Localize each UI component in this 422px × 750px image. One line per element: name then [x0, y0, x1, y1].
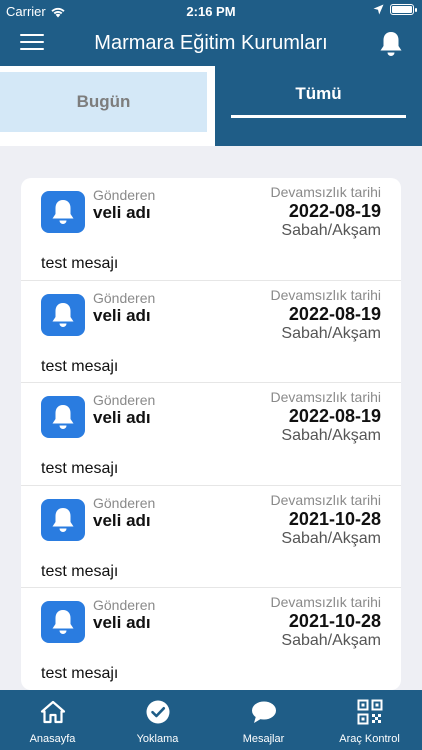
- nav-item-home[interactable]: Anasayfa: [0, 690, 105, 750]
- absence-date-label: Devamsızlık tarihi: [270, 389, 381, 405]
- nav-label-vehicle-check: Araç Kontrol: [339, 733, 400, 745]
- bottom-navigation: Anasayfa Yoklama Mesajlar Araç Kontrol: [0, 690, 422, 750]
- sender-label: Gönderen: [93, 289, 156, 306]
- tab-all-label: Tümü: [295, 84, 342, 103]
- absence-date-label: Devamsızlık tarihi: [270, 184, 381, 200]
- bell-icon: [41, 293, 85, 336]
- message-text: test mesajı: [41, 460, 119, 477]
- absence-date: 2021-10-28: [288, 508, 381, 529]
- message-item[interactable]: Gönderen veli adı Devamsızlık tarihi 202…: [21, 383, 401, 486]
- nav-item-vehicle-check[interactable]: Araç Kontrol: [317, 690, 422, 750]
- absence-date: 2022-08-19: [288, 303, 381, 324]
- absence-shift: Sabah/Akşam: [281, 632, 381, 649]
- absence-date: 2022-08-19: [288, 201, 381, 221]
- hamburger-menu-icon[interactable]: [20, 34, 44, 54]
- page-title: Marmara Eğitim Kurumları: [94, 32, 328, 54]
- bell-icon: [41, 191, 85, 233]
- message-item[interactable]: Gönderen veli adı Devamsızlık tarihi 202…: [21, 178, 401, 281]
- message-text: test mesajı: [41, 255, 119, 272]
- message-item[interactable]: Gönderen veli adı Devamsızlık tarihi 202…: [21, 281, 401, 383]
- sender-name: veli adı: [93, 510, 151, 530]
- nav-item-messages[interactable]: Mesajlar: [211, 690, 316, 750]
- message-list[interactable]: Gönderen veli adı Devamsızlık tarihi 202…: [21, 178, 401, 690]
- sender-name: veli adı: [93, 203, 151, 222]
- notification-bell-icon[interactable]: [378, 30, 404, 58]
- nav-label-messages: Mesajlar: [242, 733, 285, 745]
- sender-name: veli adı: [93, 305, 151, 325]
- bell-icon: [41, 396, 85, 438]
- sender-label: Gönderen: [93, 494, 156, 511]
- nav-label-home: Anasayfa: [29, 733, 76, 745]
- nav-label-attendance: Yoklama: [136, 733, 179, 745]
- tab-bar: Bugün Tümü: [0, 66, 422, 146]
- sender-label: Gönderen: [93, 187, 156, 203]
- location-arrow-icon: [373, 4, 384, 15]
- message-item[interactable]: Gönderen veli adı Devamsızlık tarihi 202…: [21, 486, 401, 588]
- status-right: [373, 4, 417, 15]
- absence-date: 2021-10-28: [288, 611, 381, 631]
- home-icon: [40, 700, 65, 724]
- absence-date-label: Devamsızlık tarihi: [270, 491, 381, 508]
- status-time: 2:16 PM: [186, 4, 236, 19]
- message-text: test mesajı: [41, 562, 119, 580]
- active-tab-indicator: [231, 115, 406, 118]
- tab-all[interactable]: Tümü: [215, 66, 422, 146]
- absence-date: 2022-08-19: [288, 406, 381, 426]
- absence-date-label: Devamsızlık tarihi: [270, 594, 381, 610]
- battery-icon: [390, 4, 417, 15]
- qr-code-icon: [357, 699, 382, 725]
- nav-item-attendance[interactable]: Yoklama: [105, 690, 210, 750]
- absence-shift: Sabah/Akşam: [281, 427, 381, 444]
- app-header: Marmara Eğitim Kurumları: [0, 22, 422, 66]
- absence-date-label: Devamsızlık tarihi: [270, 286, 381, 303]
- message-item[interactable]: Gönderen veli adı Devamsızlık tarihi 202…: [21, 588, 401, 690]
- bell-icon: [41, 498, 85, 541]
- sender-label: Gönderen: [93, 392, 156, 408]
- sender-name: veli adı: [93, 408, 151, 427]
- message-text: test mesajı: [41, 357, 119, 375]
- bell-icon: [41, 601, 85, 643]
- absence-shift: Sabah/Akşam: [281, 529, 381, 547]
- message-text: test mesajı: [41, 665, 119, 682]
- check-circle-icon: [146, 700, 169, 724]
- chat-bubble-icon: [251, 701, 276, 723]
- tab-today[interactable]: Bugün: [0, 72, 207, 132]
- sender-label: Gönderen: [93, 597, 156, 613]
- absence-shift: Sabah/Akşam: [281, 324, 381, 342]
- absence-shift: Sabah/Akşam: [281, 222, 381, 239]
- status-bar: Carrier 2:16 PM: [0, 0, 422, 22]
- sender-name: veli adı: [93, 613, 151, 632]
